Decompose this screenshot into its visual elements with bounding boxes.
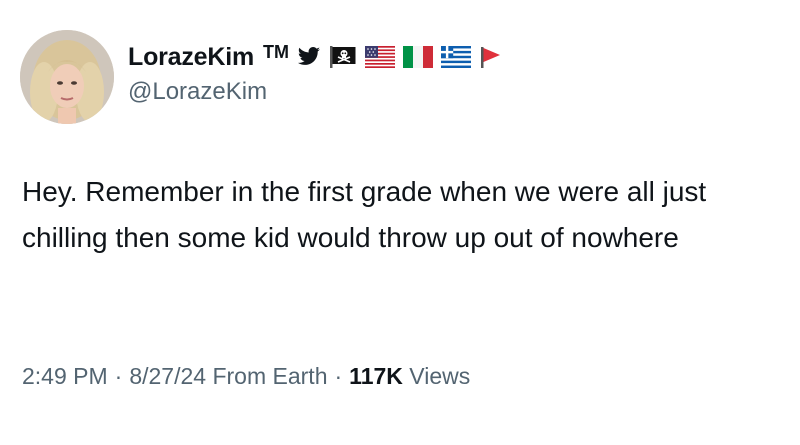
display-name[interactable]: LorazeKim <box>128 43 254 72</box>
red-pennant-icon <box>479 45 503 69</box>
trademark-label: TM <box>263 41 290 62</box>
tweet-time[interactable]: 2:49 PM <box>22 363 108 389</box>
views-count: 117K <box>349 363 403 389</box>
us-flag-icon <box>365 46 396 68</box>
tweet-date[interactable]: 8/27/24 <box>129 363 206 389</box>
meta-separator: · <box>334 363 343 389</box>
views-label: Views <box>409 363 471 389</box>
avatar[interactable] <box>20 30 114 124</box>
pirate-flag-icon <box>329 45 357 69</box>
tweet-text: Hey. Remember in the first grade when we… <box>22 176 707 253</box>
tweet-location: From Earth <box>212 363 328 389</box>
author-handle[interactable]: @LorazeKim <box>128 78 267 106</box>
greece-flag-icon <box>441 46 472 68</box>
tweet-meta: 2:49 PM · 8/27/24 From Earth · 117K Views <box>22 363 470 390</box>
author-name-row: LorazeKim TM <box>128 40 503 74</box>
tweet-card: LorazeKim TM @LorazeKim Hey. Remember in… <box>0 0 800 445</box>
twitter-bird-icon <box>297 47 321 67</box>
meta-separator: · <box>114 363 123 389</box>
italy-flag-icon <box>403 46 434 68</box>
